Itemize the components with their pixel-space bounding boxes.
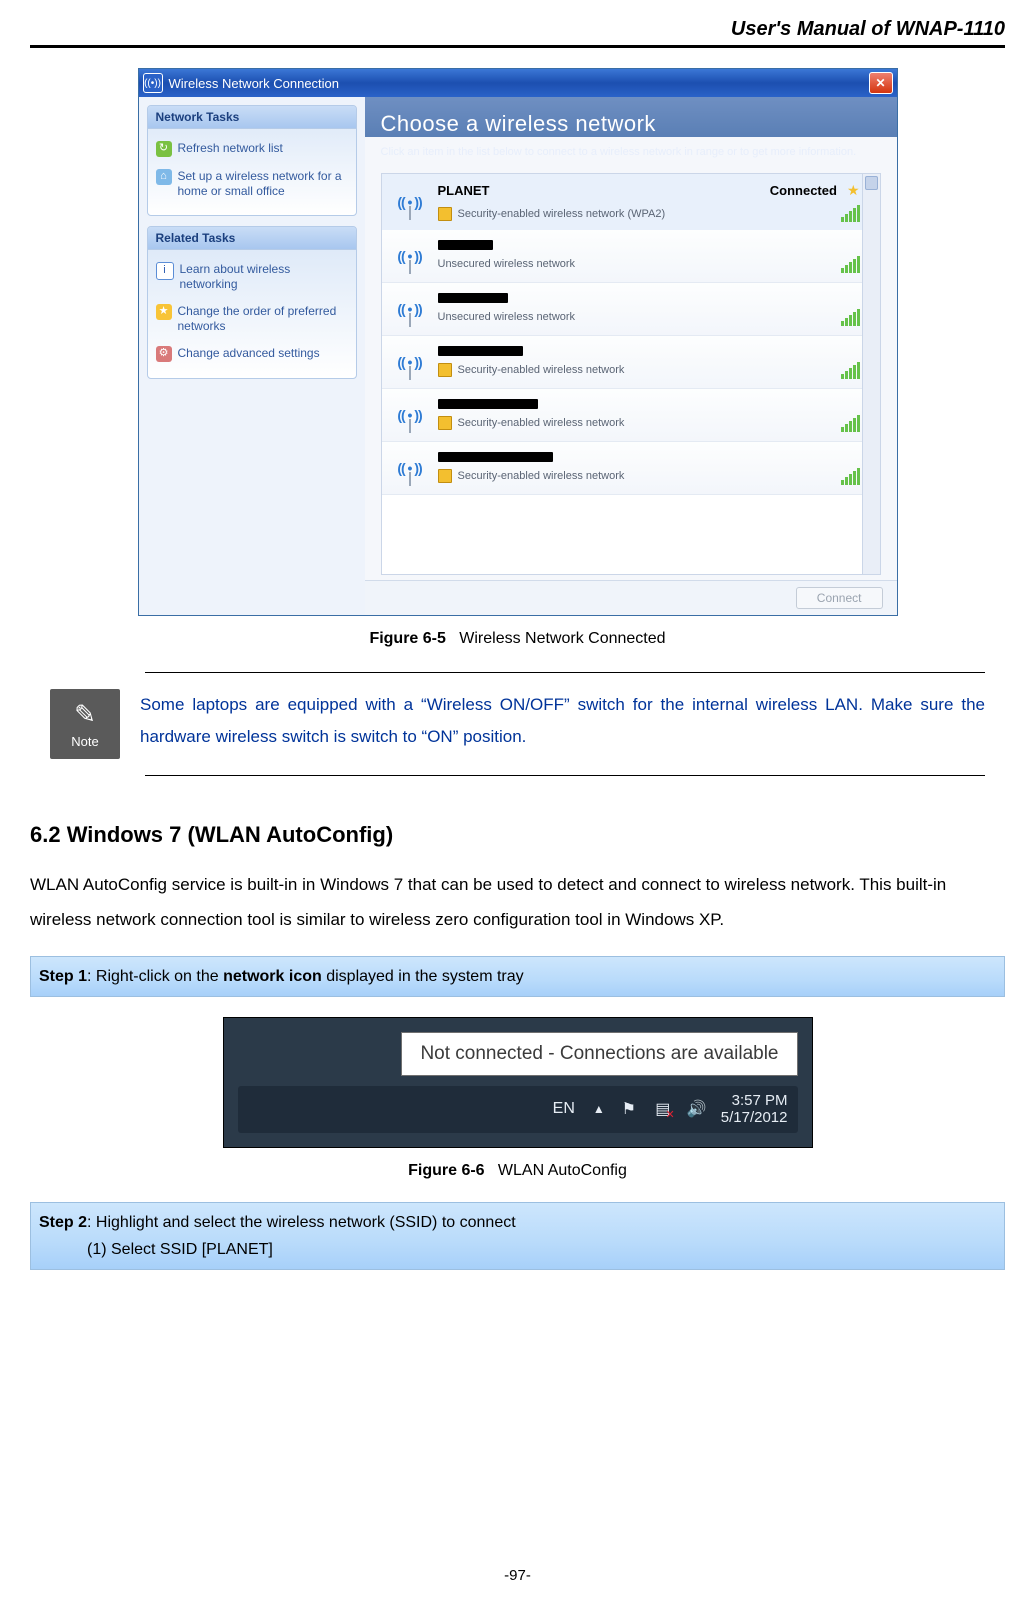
section-6-2-para: WLAN AutoConfig service is built-in in W…	[30, 868, 1005, 938]
star-icon: ★	[156, 304, 172, 320]
clock[interactable]: 3:57 PM 5/17/2012	[721, 1092, 788, 1127]
note-text: Some laptops are equipped with a “Wirele…	[140, 689, 985, 759]
note-block: ✎ Note Some laptops are equipped with a …	[50, 672, 985, 776]
scrollbar[interactable]	[862, 174, 880, 574]
wifi-signal-icon	[392, 184, 428, 220]
wifi-signal-icon	[392, 291, 428, 327]
change-network-order[interactable]: ★ Change the order of preferred networks	[156, 298, 348, 340]
close-button[interactable]: ✕	[869, 72, 893, 94]
choose-network-heading: Choose a wireless network	[381, 111, 881, 137]
language-indicator[interactable]: EN	[549, 1098, 579, 1120]
main-pane: Choose a wireless network Click an item …	[365, 97, 897, 615]
connected-label: Connected	[770, 183, 837, 198]
setup-wireless-network[interactable]: ⌂ Set up a wireless network for a home o…	[156, 163, 348, 205]
signal-bars-icon	[841, 256, 860, 273]
signal-bars-icon	[841, 205, 860, 222]
wifi-signal-icon	[392, 450, 428, 486]
change-advanced-settings[interactable]: ⚙ Change advanced settings	[156, 340, 348, 368]
step-1-bar: Step 1: Right-click on the network icon …	[30, 956, 1005, 997]
related-tasks-panel: Related Tasks i Learn about wireless net…	[147, 226, 357, 379]
page-header: User's Manual of WNAP-1110	[30, 0, 1005, 41]
network-item[interactable]: x Security-enabled wireless network	[382, 389, 880, 442]
win7-tray-figure: Not connected - Connections are availabl…	[223, 1017, 813, 1148]
network-security-text: Unsecured wireless network	[438, 258, 576, 270]
step-2-bar: Step 2: Highlight and select the wireles…	[30, 1202, 1005, 1270]
related-tasks-title: Related Tasks	[148, 227, 356, 250]
section-6-2-heading: 6.2 Windows 7 (WLAN AutoConfig)	[30, 822, 1005, 848]
network-ssid: x	[438, 346, 523, 356]
note-icon: ✎ Note	[50, 689, 120, 759]
manual-title: User's Manual of WNAP-1110	[731, 18, 1005, 40]
info-icon: i	[156, 262, 174, 280]
wireless-icon: ((•))	[143, 73, 163, 93]
network-security-text: Unsecured wireless network	[438, 311, 576, 323]
network-item[interactable]: x Security-enabled wireless network	[382, 442, 880, 495]
wifi-signal-icon	[392, 344, 428, 380]
refresh-network-list[interactable]: ↻ Refresh network list	[156, 135, 348, 163]
signal-bars-icon	[841, 309, 860, 326]
wifi-signal-icon	[392, 238, 428, 274]
network-tasks-title: Network Tasks	[148, 106, 356, 129]
figure-6-5-caption: Figure 6-5 Wireless Network Connected	[30, 630, 1005, 648]
lock-icon	[438, 469, 452, 483]
titlebar: ((•)) Wireless Network Connection ✕	[139, 69, 897, 97]
refresh-icon: ↻	[156, 141, 172, 157]
lock-icon	[438, 416, 452, 430]
network-item[interactable]: x Unsecured wireless network	[382, 230, 880, 283]
network-security-text: Security-enabled wireless network (WPA2)	[458, 208, 666, 220]
network-tasks-panel: Network Tasks ↻ Refresh network list ⌂ S…	[147, 105, 357, 216]
network-item[interactable]: x Unsecured wireless network	[382, 283, 880, 336]
network-list: PLANET Connected ★ Security-enabled wireles…	[381, 173, 881, 575]
tray-expand-icon[interactable]: ▲	[593, 1102, 605, 1116]
connect-button[interactable]: Connect	[796, 587, 883, 609]
network-item[interactable]: PLANET Connected ★ Security-enabled wireles…	[381, 173, 881, 231]
network-item[interactable]: x Security-enabled wireless network	[382, 336, 880, 389]
figure-6-6-caption: Figure 6-6 WLAN AutoConfig	[30, 1162, 1005, 1180]
learn-about-wireless[interactable]: i Learn about wireless networking	[156, 256, 348, 298]
network-ssid: x	[438, 293, 508, 303]
gear-icon: ⚙	[156, 346, 172, 362]
network-security-text: Security-enabled wireless network	[458, 470, 625, 482]
signal-bars-icon	[841, 362, 860, 379]
network-ssid: x	[438, 240, 493, 250]
choose-network-sub: Click an item in the list below to conne…	[381, 145, 881, 159]
volume-icon[interactable]: 🔊	[687, 1099, 707, 1119]
page-number: -97-	[0, 1567, 1035, 1584]
flag-icon[interactable]: ⚑	[619, 1099, 639, 1119]
side-pane: Network Tasks ↻ Refresh network list ⌂ S…	[139, 97, 365, 615]
signal-bars-icon	[841, 468, 860, 485]
xp-wireless-window: ((•)) Wireless Network Connection ✕ Netw…	[138, 68, 898, 616]
network-security-text: Security-enabled wireless network	[458, 417, 625, 429]
network-ssid: x	[438, 452, 553, 462]
tray-tooltip: Not connected - Connections are availabl…	[401, 1032, 797, 1076]
header-rule	[30, 45, 1005, 48]
favorite-star-icon: ★	[847, 182, 860, 199]
network-security-text: Security-enabled wireless network	[458, 364, 625, 376]
network-icon[interactable]: ▤	[653, 1099, 673, 1119]
taskbar: EN ▲ ⚑ ▤ 🔊 3:57 PM 5/17/2012	[238, 1086, 798, 1133]
lock-icon	[438, 207, 452, 221]
network-ssid: x	[438, 399, 538, 409]
network-ssid: PLANET	[438, 183, 490, 198]
window-title: Wireless Network Connection	[169, 76, 340, 91]
setup-icon: ⌂	[156, 169, 172, 185]
signal-bars-icon	[841, 415, 860, 432]
lock-icon	[438, 363, 452, 377]
wifi-signal-icon	[392, 397, 428, 433]
